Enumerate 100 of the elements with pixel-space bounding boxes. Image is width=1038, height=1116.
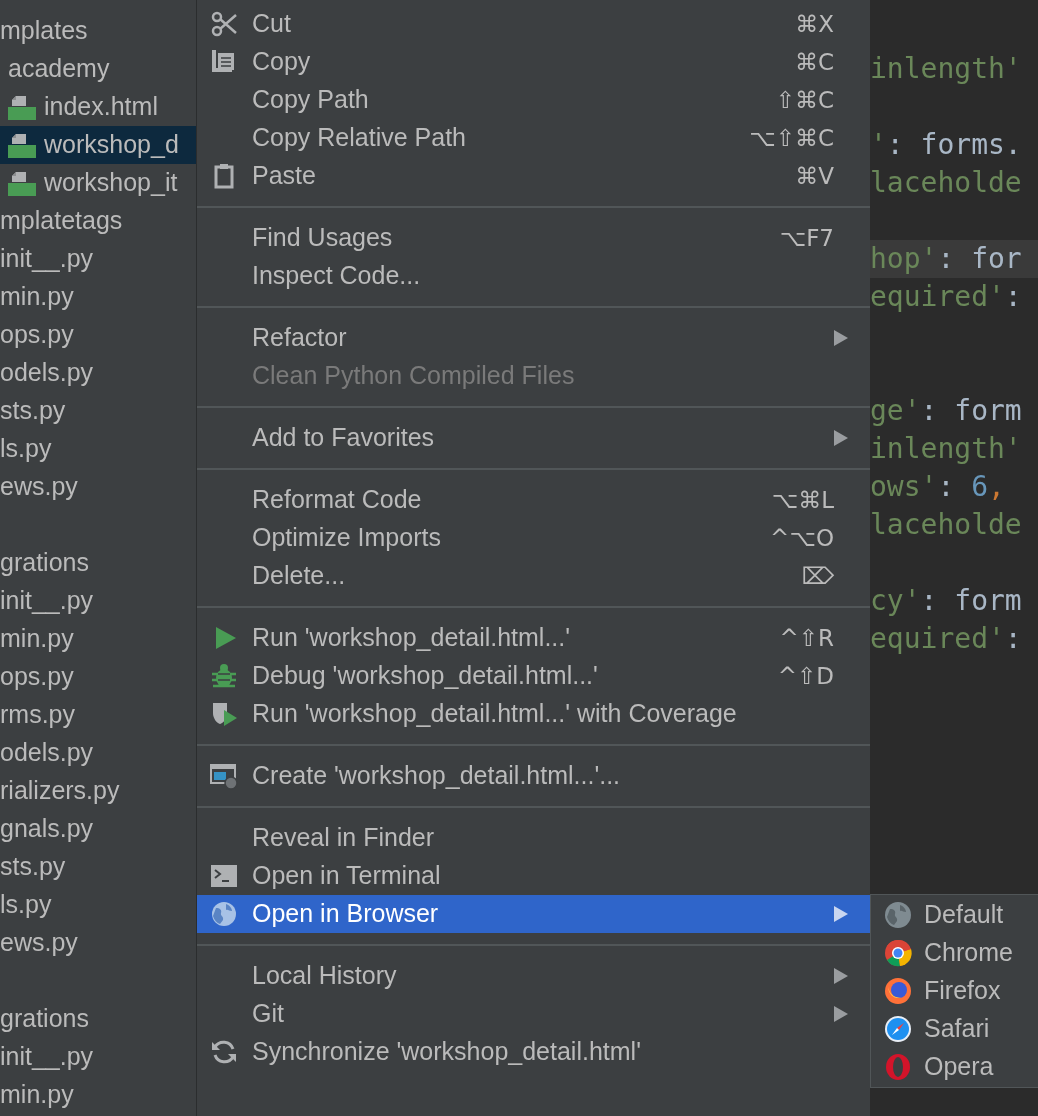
tree-item-label[interactable]: academy: [8, 50, 110, 88]
shield-play-icon: [210, 700, 238, 728]
tree-row[interactable]: grations: [0, 1000, 196, 1038]
menu-item[interactable]: Run 'workshop_detail.html...' with Coverage: [197, 695, 870, 733]
tree-item-label[interactable]: ls.py: [0, 430, 52, 468]
menu-item[interactable]: Run 'workshop_detail.html...' ^⇧R: [197, 619, 870, 657]
menu-item[interactable]: Debug 'workshop_detail.html...' ^⇧D: [197, 657, 870, 695]
tree-row[interactable]: ops.py: [0, 316, 196, 354]
code-line: equired':: [870, 279, 1022, 315]
tree-item-label[interactable]: mplates: [0, 12, 88, 50]
code-line: inlength': [870, 51, 1022, 87]
tree-row[interactable]: ews.py: [0, 468, 196, 506]
tree-row[interactable]: min.py: [0, 620, 196, 658]
tree-item-label[interactable]: index.html: [44, 88, 158, 126]
menu-item[interactable]: Inspect Code...: [197, 257, 870, 295]
tree-item-label[interactable]: init__.py: [0, 1038, 94, 1076]
tree-item-label[interactable]: odels.py: [0, 354, 94, 392]
tree-item-label[interactable]: init__.py: [0, 582, 94, 620]
menu-item[interactable]: Open in Browser: [197, 895, 870, 933]
tree-row[interactable]: academy: [0, 50, 196, 88]
tree-item-label[interactable]: sts.py: [0, 392, 66, 430]
submenu-item[interactable]: Chrome: [871, 934, 1038, 972]
tricolor-wheel-icon: [884, 939, 912, 967]
submenu-item[interactable]: Opera: [871, 1048, 1038, 1086]
tree-item-label[interactable]: ews.py: [0, 468, 78, 506]
menu-item[interactable]: Copy ⌘C: [197, 43, 870, 81]
tree-row[interactable]: init__.py: [0, 1038, 196, 1076]
submenu-item[interactable]: Firefox: [871, 972, 1038, 1010]
menu-item[interactable]: Delete... ⌦: [197, 557, 870, 595]
tree-row[interactable]: grations: [0, 544, 196, 582]
menu-item[interactable]: Cut ⌘X: [197, 5, 870, 43]
tree-item-label[interactable]: ops.py: [0, 316, 74, 354]
code-line: laceholde: [870, 165, 1022, 201]
tree-row[interactable]: sts.py: [0, 848, 196, 886]
menu-item[interactable]: Local History: [197, 957, 870, 995]
menu-item[interactable]: Git: [197, 995, 870, 1033]
html-file-icon: [8, 132, 36, 158]
submenu-arrow-icon: [834, 330, 848, 346]
tree-row[interactable]: mplates: [0, 12, 196, 50]
tree-item-label[interactable]: rializers.py: [0, 772, 120, 810]
tree-item-label[interactable]: rms.py: [0, 696, 75, 734]
menu-item[interactable]: Refactor: [197, 319, 870, 357]
tree-row[interactable]: min.py: [0, 1076, 196, 1114]
tree-row[interactable]: odels.py: [0, 734, 196, 772]
tree-row[interactable]: rms.py: [0, 696, 196, 734]
tree-row[interactable]: ls.py: [0, 886, 196, 924]
bug-icon: [210, 662, 238, 690]
tree-row[interactable]: min.py: [0, 278, 196, 316]
tree-row[interactable]: sts.py: [0, 392, 196, 430]
menu-item[interactable]: Copy Relative Path ⌥⇧⌘C: [197, 119, 870, 157]
code-line: inlength': [870, 431, 1022, 467]
menu-item[interactable]: Open in Terminal: [197, 857, 870, 895]
code-line: ': forms.: [870, 127, 1022, 163]
menu-item[interactable]: Add to Favorites: [197, 419, 870, 457]
compass-icon: [884, 1015, 912, 1043]
menu-item[interactable]: Reformat Code ⌥⌘L: [197, 481, 870, 519]
tree-item-label[interactable]: gnals.py: [0, 810, 94, 848]
tree-row[interactable]: ls.py: [0, 430, 196, 468]
tree-item-label[interactable]: odels.py: [0, 734, 94, 772]
tree-row[interactable]: init__.py: [0, 582, 196, 620]
menu-item[interactable]: Optimize Imports ^⌥O: [197, 519, 870, 557]
tree-item-label[interactable]: init__.py: [0, 240, 94, 278]
menu-item[interactable]: Reveal in Finder: [197, 819, 870, 857]
html-file-icon: [8, 94, 36, 120]
html-file-icon: [8, 170, 36, 196]
menu-item[interactable]: Synchronize 'workshop_detail.html': [197, 1033, 870, 1071]
tree-row[interactable]: workshop_it: [0, 164, 196, 202]
tree-item-label[interactable]: min.py: [0, 278, 74, 316]
tree-item-label[interactable]: grations: [0, 544, 89, 582]
tree-row[interactable]: ops.py: [0, 658, 196, 696]
code-line: ows': 6,: [870, 469, 1005, 505]
tree-item-label[interactable]: ews.py: [0, 924, 78, 962]
sync-icon: [210, 1038, 238, 1066]
menu-item[interactable]: Copy Path ⇧⌘C: [197, 81, 870, 119]
tree-item-label[interactable]: ops.py: [0, 658, 74, 696]
code-line: equired':: [870, 621, 1022, 657]
tree-item-label[interactable]: min.py: [0, 1076, 74, 1114]
menu-item[interactable]: Find Usages ⌥F7: [197, 219, 870, 257]
menu-item[interactable]: Paste ⌘V: [197, 157, 870, 195]
tree-row[interactable]: gnals.py: [0, 810, 196, 848]
tree-row[interactable]: workshop_d: [0, 126, 196, 164]
tree-row[interactable]: index.html: [0, 88, 196, 126]
tree-item-label[interactable]: workshop_it: [44, 164, 178, 202]
submenu-item[interactable]: Default: [871, 896, 1038, 934]
tree-item-label[interactable]: grations: [0, 1000, 89, 1038]
window-globe-icon: [210, 762, 238, 790]
submenu-item[interactable]: Safari: [871, 1010, 1038, 1048]
tree-row[interactable]: init__.py: [0, 240, 196, 278]
tree-row[interactable]: rializers.py: [0, 772, 196, 810]
tree-row[interactable]: ews.py: [0, 924, 196, 962]
tree-item-label[interactable]: min.py: [0, 620, 74, 658]
tree-item-label[interactable]: mplatetags: [0, 202, 123, 240]
globe-icon: [884, 901, 912, 929]
tree-row[interactable]: mplatetags: [0, 202, 196, 240]
menu-item[interactable]: Create 'workshop_detail.html...'...: [197, 757, 870, 795]
tree-row[interactable]: odels.py: [0, 354, 196, 392]
tree-item-label[interactable]: ls.py: [0, 886, 52, 924]
tree-item-label[interactable]: sts.py: [0, 848, 66, 886]
tree-item-label[interactable]: workshop_d: [44, 126, 179, 164]
submenu-arrow-icon: [834, 1006, 848, 1022]
